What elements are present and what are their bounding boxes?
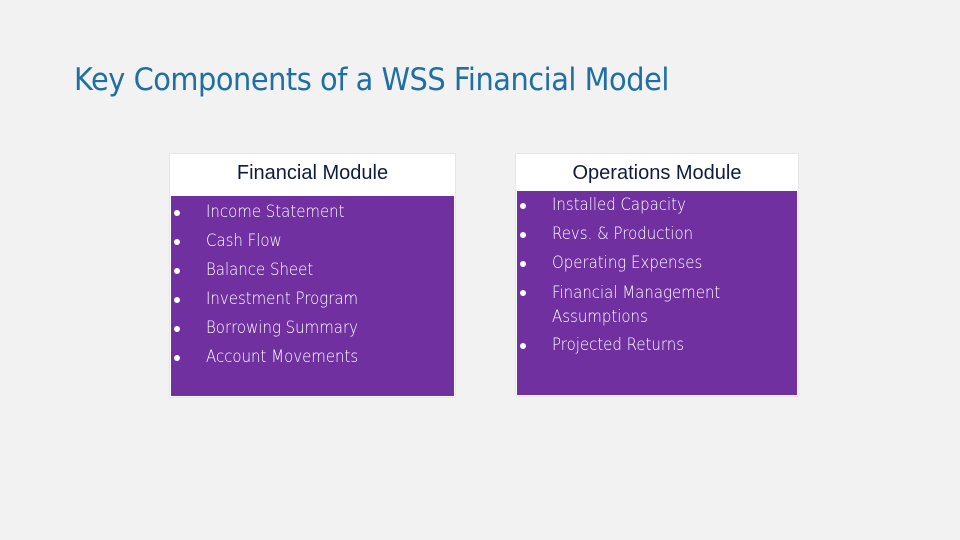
financial-module-card: Financial Module Income Statement Cash F… (169, 153, 456, 398)
financial-module-list-panel: Income Statement Cash Flow Balance Sheet… (171, 196, 454, 396)
financial-module-list: Income Statement Cash Flow Balance Sheet… (171, 196, 454, 372)
list-item: Installed Capacity (517, 191, 797, 220)
financial-module-heading: Financial Module (236, 162, 389, 184)
bullet-icon (174, 297, 180, 303)
bullet-icon (520, 203, 526, 209)
list-item: Borrowing Summary (171, 314, 454, 343)
list-item: Financial Management Assumptions (517, 278, 742, 331)
bullet-icon (174, 326, 180, 332)
bullet-icon (174, 239, 180, 245)
bullet-icon (520, 232, 526, 238)
bullet-icon (174, 355, 180, 361)
list-item: Investment Program (171, 285, 454, 314)
list-item: Income Statement (171, 198, 454, 227)
bullet-icon (520, 290, 526, 296)
bullet-icon (174, 210, 180, 216)
bullet-icon (520, 261, 526, 267)
list-item: Account Movements (171, 343, 454, 372)
list-item: Revs. & Production (517, 220, 797, 249)
list-item: Cash Flow (171, 227, 454, 256)
slide-title: Key Components of a WSS Financial Model (74, 62, 669, 98)
operations-module-list-panel: Installed Capacity Revs. & Production Op… (517, 191, 797, 395)
bullet-icon (174, 268, 180, 274)
operations-module-heading: Operations Module (572, 162, 742, 184)
bullet-icon (520, 343, 526, 349)
list-item: Operating Expenses (517, 249, 797, 278)
operations-module-list: Installed Capacity Revs. & Production Op… (517, 191, 797, 360)
list-item: Projected Returns (517, 331, 797, 360)
list-item: Balance Sheet (171, 256, 454, 285)
operations-module-card: Operations Module Installed Capacity Rev… (515, 153, 799, 397)
